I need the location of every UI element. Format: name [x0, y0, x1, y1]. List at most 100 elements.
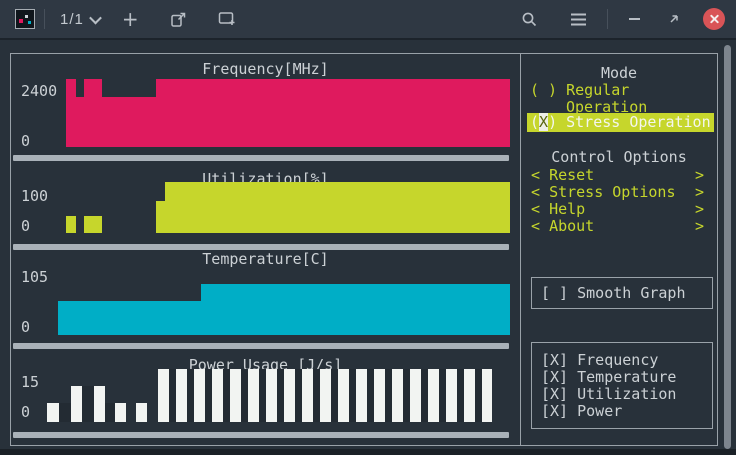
- power-bar: [313, 369, 320, 422]
- power-bar: [374, 369, 385, 422]
- titlebar: 1/1 +: [0, 0, 736, 40]
- area-segment: [156, 79, 510, 147]
- utilization-ymax-label: 100: [21, 188, 48, 205]
- power-bar: [464, 369, 475, 422]
- graphs-panel: Frequency[MHz] 2400 0 Utilization[%] 100…: [11, 54, 520, 445]
- help-button[interactable]: < Help>: [531, 201, 707, 218]
- right-arrow: >: [695, 167, 704, 184]
- toggle-utilization-label: Utilization: [577, 385, 676, 403]
- toggle-utilization[interactable]: [X] Utilization: [532, 386, 712, 403]
- new-tab-button[interactable]: +: [118, 7, 143, 31]
- stui-main-frame: Frequency[MHz] 2400 0 Utilization[%] 100…: [10, 53, 718, 446]
- frequency-plot: [58, 79, 510, 147]
- resize-diagonal-icon: [667, 12, 681, 26]
- left-arrow: <: [531, 200, 540, 218]
- window-bottom-edge: [0, 449, 736, 455]
- power-bar: [367, 369, 374, 422]
- sidebar: Mode ( ) Regular Operation (X) Stress Op…: [521, 54, 717, 445]
- chevron-down-icon: [89, 11, 102, 24]
- reset-button[interactable]: < Reset>: [531, 167, 707, 184]
- power-bar: [94, 386, 105, 422]
- area-segment: [58, 301, 201, 335]
- toggle-temperature[interactable]: [X] Temperature: [532, 369, 712, 386]
- area-segment: [66, 216, 76, 233]
- power-bar: [194, 369, 205, 422]
- area-segment: [84, 216, 102, 233]
- power-plot: [47, 369, 510, 422]
- smooth-graph-label: Smooth Graph: [577, 284, 685, 302]
- terminal-area: Frequency[MHz] 2400 0 Utilization[%] 100…: [0, 42, 736, 449]
- power-bar: [47, 403, 59, 422]
- checkbox-glyph: [X]: [541, 368, 568, 386]
- power-ymax-label: 15: [21, 374, 39, 391]
- area-segment: [76, 97, 84, 147]
- tab-indicator-button[interactable]: 1/1: [54, 7, 106, 32]
- toggle-frequency-label: Frequency: [577, 351, 658, 369]
- power-bar: [136, 403, 147, 422]
- power-bar: [230, 369, 241, 422]
- radio-stress-operation[interactable]: (X) Stress Operation: [527, 113, 714, 132]
- left-arrow: <: [531, 166, 540, 184]
- power-bar: [338, 369, 349, 422]
- vertical-scrollbar[interactable]: [724, 45, 731, 449]
- split-terminal-icon: [218, 11, 236, 27]
- power-bar: [259, 369, 266, 422]
- power-bar: [205, 369, 212, 422]
- utilization-yzero-label: 0: [21, 218, 30, 235]
- right-arrow: >: [695, 184, 704, 201]
- area-segment: [84, 79, 102, 147]
- radio-stress-label: Stress Operation: [557, 113, 711, 131]
- power-bar: [169, 369, 176, 422]
- power-bar: [403, 369, 410, 422]
- power-bar: [349, 369, 356, 422]
- power-bar: [266, 369, 277, 422]
- temperature-x-axis-bar: [13, 343, 509, 349]
- new-window-icon: [170, 11, 187, 28]
- toggle-temperature-label: Temperature: [577, 368, 676, 386]
- power-bar: [277, 369, 284, 422]
- area-segment: [156, 201, 165, 233]
- stress-options-label: Stress Options: [549, 183, 675, 201]
- toggle-frequency[interactable]: [X] Frequency: [532, 352, 712, 369]
- power-bar: [320, 369, 331, 422]
- power-bar: [410, 369, 421, 422]
- power-bar: [212, 369, 223, 422]
- power-bar: [241, 369, 248, 422]
- about-button[interactable]: < About>: [531, 218, 707, 235]
- separator: [44, 9, 45, 29]
- power-bar: [82, 386, 94, 422]
- power-x-axis-bar: [13, 432, 509, 438]
- temperature-plot: [58, 284, 510, 335]
- area-segment: [66, 79, 76, 147]
- stress-options-button[interactable]: < Stress Options >: [531, 184, 707, 201]
- smooth-graph-checkbox[interactable]: [ ] Smooth Graph: [532, 278, 712, 308]
- separator: [607, 9, 608, 29]
- temperature-graph-title: Temperature[C]: [11, 251, 520, 268]
- maximize-button[interactable]: [663, 8, 685, 30]
- radio-regular-operation[interactable]: ( ) Regular: [530, 82, 629, 99]
- power-bar: [457, 369, 464, 422]
- power-bar: [385, 369, 392, 422]
- frequency-yzero-label: 0: [21, 133, 30, 150]
- search-button[interactable]: [517, 7, 542, 32]
- power-bar: [421, 369, 428, 422]
- left-arrow: <: [531, 183, 540, 201]
- frequency-x-axis-bar: [13, 155, 509, 161]
- radio-x-cursor: X: [539, 113, 548, 131]
- search-icon: [521, 11, 538, 28]
- left-arrow: <: [531, 217, 540, 235]
- toggle-power[interactable]: [X] Power: [532, 403, 712, 420]
- mode-section-title: Mode: [521, 65, 717, 82]
- menu-button[interactable]: [567, 9, 590, 30]
- minimize-button[interactable]: [625, 13, 644, 25]
- graph-toggles-box: [X] Frequency [X] Temperature [X] Utiliz…: [531, 342, 713, 429]
- power-bar: [284, 369, 295, 422]
- right-arrow: >: [695, 201, 704, 218]
- close-button[interactable]: [703, 8, 725, 30]
- about-label: About: [549, 217, 594, 235]
- power-bar: [392, 369, 403, 422]
- temperature-yzero-label: 0: [21, 319, 30, 336]
- split-terminal-button[interactable]: [214, 7, 240, 31]
- new-window-button[interactable]: [166, 7, 191, 32]
- power-bar: [115, 403, 126, 422]
